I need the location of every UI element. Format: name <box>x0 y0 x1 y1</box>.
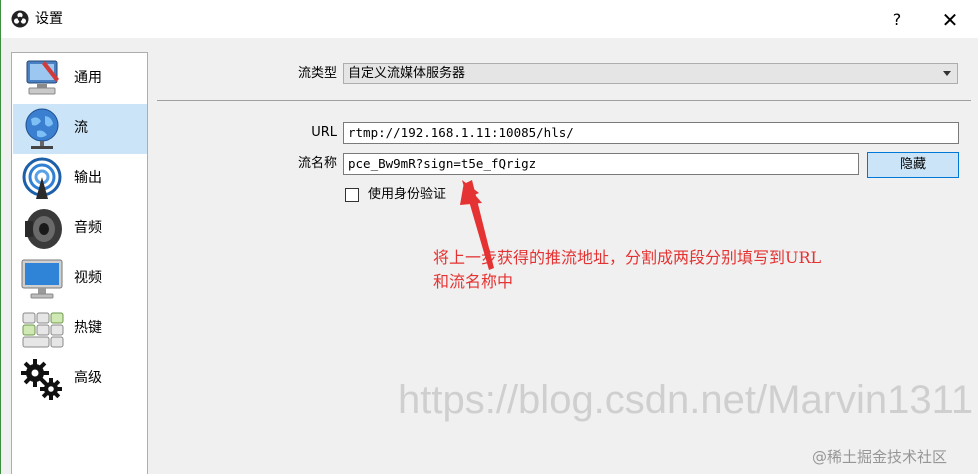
gears-icon <box>19 357 65 401</box>
service-type-label: 流类型 <box>297 66 337 81</box>
help-button[interactable]: ? <box>877 6 917 34</box>
globe-network-icon <box>19 107 65 151</box>
divider <box>157 100 971 101</box>
chevron-down-icon <box>943 71 951 76</box>
display-icon <box>19 257 65 301</box>
sidebar-item-video[interactable]: 视频 <box>13 254 147 304</box>
sidebar-item-label: 输出 <box>74 170 102 186</box>
speaker-icon <box>19 207 65 251</box>
service-type-select[interactable]: 自定义流媒体服务器 <box>343 63 958 84</box>
monitor-settings-icon <box>19 57 65 101</box>
sidebar-item-hotkeys[interactable]: 热键 <box>13 304 147 354</box>
sidebar-item-label: 高级 <box>74 370 102 386</box>
url-input[interactable]: rtmp://192.168.1.11:10085/hls/ <box>343 122 959 144</box>
sidebar-item-label: 热键 <box>74 320 102 336</box>
sidebar-item-audio[interactable]: 音频 <box>13 204 147 254</box>
sidebar-item-output[interactable]: 输出 <box>13 154 147 204</box>
watermark-site: @稀土掘金技术社区 <box>812 448 948 466</box>
sidebar-item-label: 通用 <box>74 70 102 86</box>
sidebar-item-advanced[interactable]: 高级 <box>13 354 147 404</box>
close-button[interactable]: ✕ <box>925 6 975 34</box>
service-type-value: 自定义流媒体服务器 <box>348 66 466 81</box>
sidebar-item-label: 视频 <box>74 270 102 286</box>
url-label: URL <box>311 125 337 140</box>
stream-key-input[interactable]: pce_Bw9mR?sign=t5e_fQrigz <box>343 153 859 175</box>
use-auth-label: 使用身份验证 <box>368 187 447 202</box>
stream-key-label: 流名称 <box>297 156 337 171</box>
annotation-line-1: 将上一步获得的推流地址，分割成两段分别填写到URL <box>433 248 822 267</box>
broadcast-antenna-icon <box>19 157 65 201</box>
annotation-line-2: 和流名称中 <box>433 272 514 291</box>
watermark-url: https://blog.csdn.net/Marvin1311 <box>398 378 974 422</box>
title-bar: 设置 ? ✕ <box>1 0 978 38</box>
annotation-text: 将上一步获得的推流地址，分割成两段分别填写到URL 和流名称中 <box>433 246 913 294</box>
settings-sidebar: 通用 流 输出 音频 视频 热键 高级 <box>11 52 148 474</box>
sidebar-item-general[interactable]: 通用 <box>13 54 147 104</box>
sidebar-item-stream[interactable]: 流 <box>13 104 147 154</box>
hide-key-button[interactable]: 隐藏 <box>867 152 959 178</box>
sidebar-item-label: 音频 <box>74 220 102 236</box>
window-title: 设置 <box>35 11 63 27</box>
keyboard-keys-icon <box>19 307 65 351</box>
use-auth-checkbox[interactable] <box>345 188 359 202</box>
sidebar-item-label: 流 <box>74 120 88 136</box>
obs-logo-icon <box>11 10 29 28</box>
